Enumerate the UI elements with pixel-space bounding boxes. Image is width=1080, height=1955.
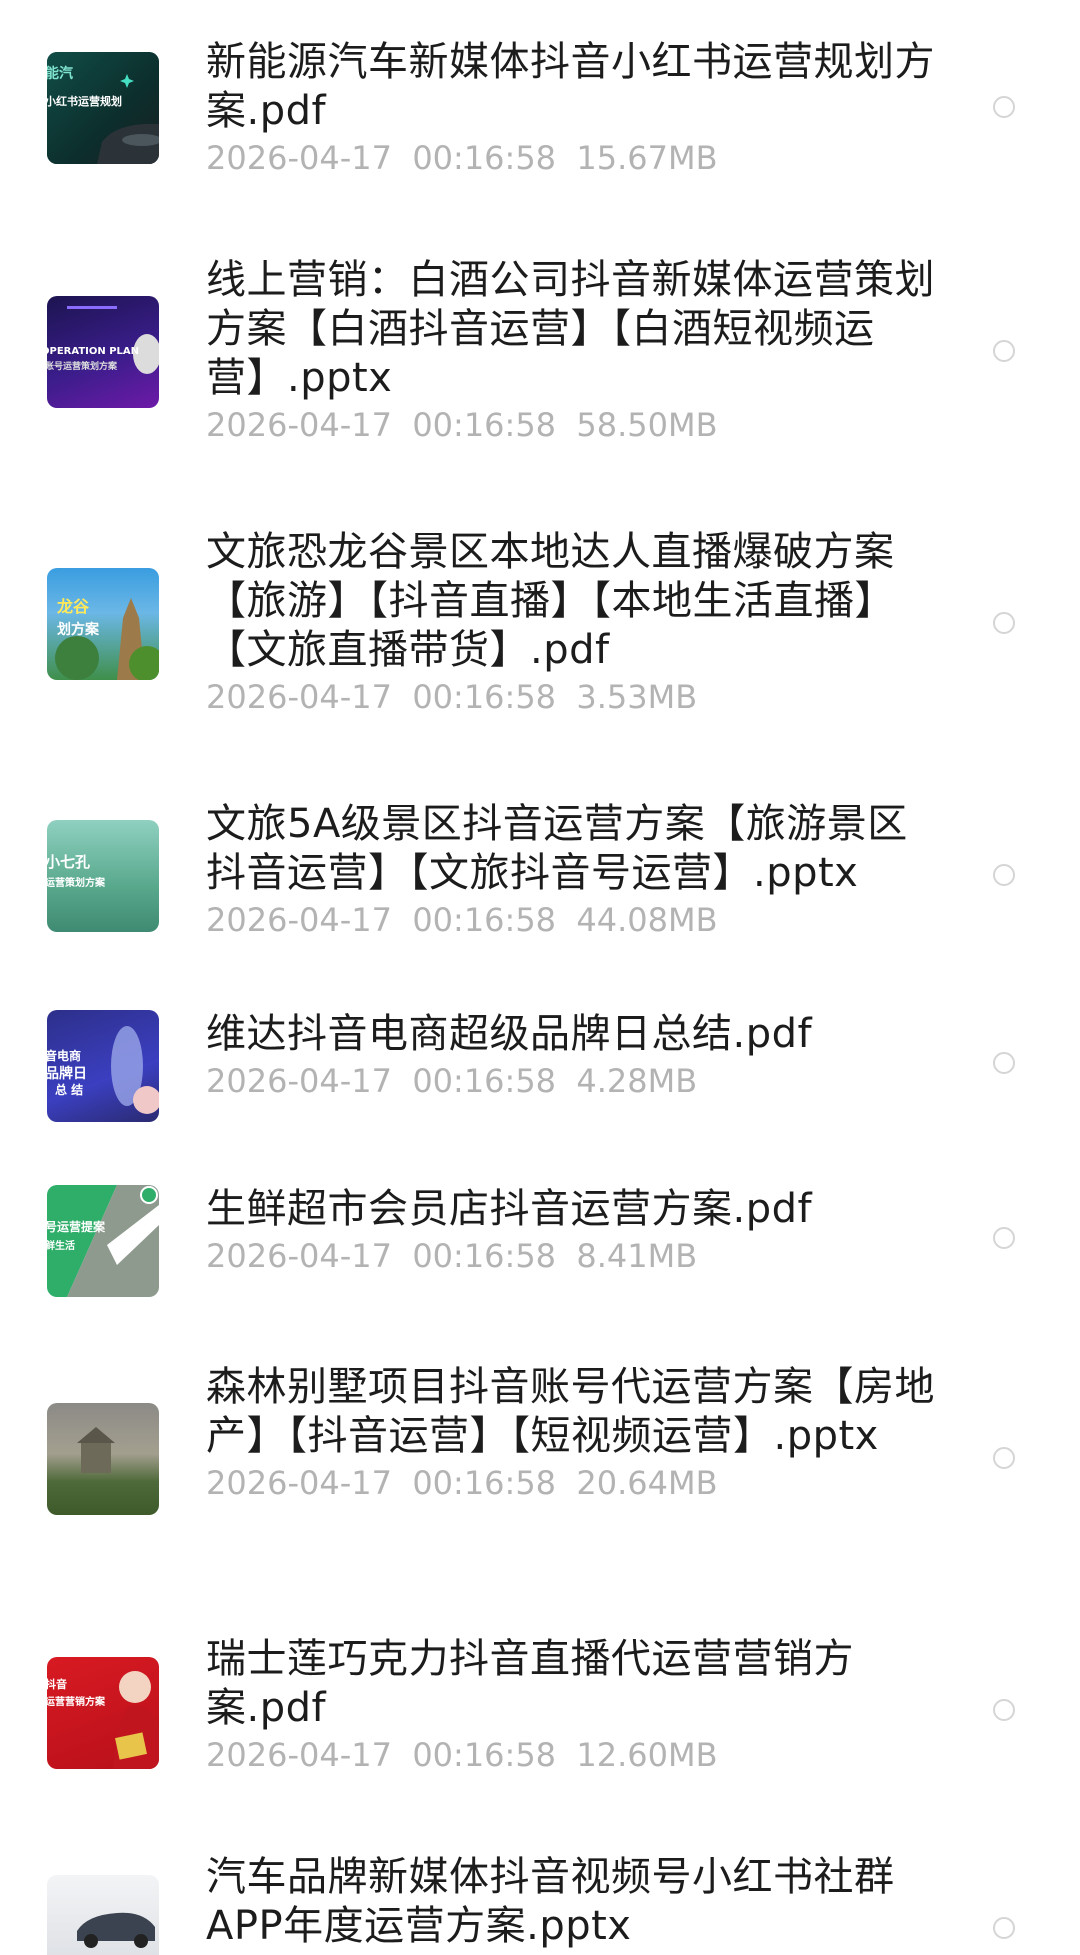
file-meta: 2026-04-17 00:16:58 44.08MB [206,901,718,939]
file-row[interactable]: 抖音 运营营销方案 瑞士莲巧克力抖音直播代运营营销方案.pdf 2026-04-… [0,1635,1080,1785]
file-row[interactable]: OPERATION PLAN 账号运营策划方案 线上营销：白酒公司抖音新媒体运营… [0,256,1080,456]
file-name: 线上营销：白酒公司抖音新媒体运营策划方案【白酒抖音运营】【白酒短视频运营】.pp… [206,257,935,401]
thumbnail-caption: 品牌日 [47,1066,87,1082]
select-radio[interactable] [993,1917,1015,1939]
file-row[interactable]: 小七孔 运营策划方案 文旅5A级景区抖音运营方案【旅游景区抖音运营】【文旅抖音号… [0,800,1080,950]
file-row[interactable]: 森林别墅项目抖音账号代运营方案【房地产】【抖音运营】【短视频运营】.pptx 2… [0,1363,1080,1563]
select-radio[interactable] [993,1447,1015,1469]
file-thumbnail: 龙谷 划方案 [47,568,159,680]
file-thumbnail: 小七孔 运营策划方案 [47,820,159,932]
file-row[interactable]: 汽车品牌新媒体抖音视频号小红书社群APP年度运营方案.pptx [0,1853,1080,1955]
thumbnail-caption: 抖音 [47,1678,67,1691]
file-name: 文旅恐龙谷景区本地达人直播爆破方案【旅游】【抖音直播】【本地生活直播】【文旅直播… [206,529,895,673]
thumbnail-caption: OPERATION PLAN [47,346,140,357]
thumbnail-caption: 运营营销方案 [47,1697,105,1708]
thumbnail-caption: 运营策划方案 [47,878,105,889]
file-meta: 2026-04-17 00:16:58 15.67MB [206,139,718,177]
file-meta: 2026-04-17 00:16:58 58.50MB [206,406,718,444]
file-meta: 2026-04-17 00:16:58 12.60MB [206,1736,718,1774]
select-radio[interactable] [993,612,1015,634]
select-radio[interactable] [993,96,1015,118]
thumbnail-caption: 音电商 [47,1049,82,1063]
file-row[interactable]: 音电商 品牌日 总 结 维达抖音电商超级品牌日总结.pdf 2026-04-17… [0,1010,1080,1140]
thumbnail-caption: 划方案 [57,622,99,638]
file-meta: 2026-04-17 00:16:58 20.64MB [206,1464,718,1502]
thumbnail-caption: 账号运营策划方案 [47,362,118,372]
file-thumbnail: 音电商 品牌日 总 结 [47,1010,159,1122]
select-radio[interactable] [993,1699,1015,1721]
file-meta: 2026-04-17 00:16:58 8.41MB [206,1237,698,1275]
file-name: 维达抖音电商超级品牌日总结.pdf [206,1011,813,1057]
thumbnail-caption: 小红书运营规划 [47,95,122,108]
thumbnail-caption: 小七孔 [47,853,91,871]
thumbnail-caption: 总 结 [55,1083,84,1097]
thumbnail-caption: 龙谷 [57,597,90,616]
file-row[interactable]: 能汽 小红书运营规划 新能源汽车新媒体抖音小红书运营规划方案.pdf 2026-… [0,38,1080,188]
file-row[interactable]: 龙谷 划方案 文旅恐龙谷景区本地达人直播爆破方案【旅游】【抖音直播】【本地生活直… [0,528,1080,728]
file-name: 文旅5A级景区抖音运营方案【旅游景区抖音运营】【文旅抖音号运营】.pptx [206,801,908,896]
thumbnail-caption: 鲜生活 [47,1241,75,1252]
file-name: 森林别墅项目抖音账号代运营方案【房地产】【抖音运营】【短视频运营】.pptx [206,1364,935,1459]
select-radio[interactable] [993,340,1015,362]
file-thumbnail: OPERATION PLAN 账号运营策划方案 [47,296,159,408]
thumbnail-caption: 能汽 [47,66,73,82]
select-radio[interactable] [993,1227,1015,1249]
thumbnail-caption: 号运营提案 [47,1220,106,1234]
file-list: 能汽 小红书运营规划 新能源汽车新媒体抖音小红书运营规划方案.pdf 2026-… [0,0,1080,1955]
file-name: 生鲜超市会员店抖音运营方案.pdf [206,1186,813,1232]
select-radio[interactable] [993,864,1015,886]
file-row[interactable]: 号运营提案 鲜生活 生鲜超市会员店抖音运营方案.pdf 2026-04-17 0… [0,1185,1080,1315]
file-name: 瑞士莲巧克力抖音直播代运营营销方案.pdf [206,1636,854,1731]
file-thumbnail: 号运营提案 鲜生活 [47,1185,159,1297]
select-radio[interactable] [993,1052,1015,1074]
file-thumbnail [47,1875,159,1955]
file-name: 新能源汽车新媒体抖音小红书运营规划方案.pdf [206,39,935,134]
file-thumbnail: 能汽 小红书运营规划 [47,52,159,164]
file-meta: 2026-04-17 00:16:58 3.53MB [206,678,698,716]
file-thumbnail: 抖音 运营营销方案 [47,1657,159,1769]
file-thumbnail [47,1403,159,1515]
file-name: 汽车品牌新媒体抖音视频号小红书社群APP年度运营方案.pptx [206,1854,895,1949]
file-meta: 2026-04-17 00:16:58 4.28MB [206,1062,698,1100]
